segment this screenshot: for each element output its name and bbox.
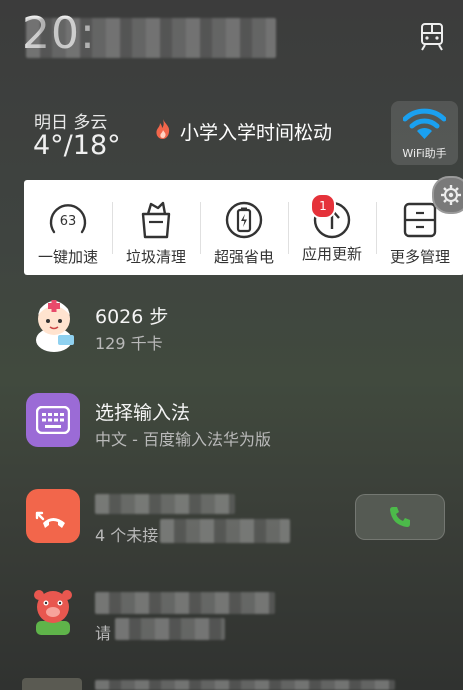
update-count-badge: 1: [310, 193, 336, 219]
speed-value: 63: [60, 214, 77, 229]
tool-speed-up[interactable]: 63 一键加速: [24, 180, 112, 275]
redacted-message-preview: [115, 618, 225, 640]
missed-call-icon: [35, 501, 71, 535]
pig-avatar-icon: [30, 585, 76, 639]
fire-icon: [154, 118, 172, 145]
weather-temp-range: 4°/18°: [33, 130, 121, 161]
ime-title: 选择输入法: [95, 402, 191, 424]
steps-title: 6026 步: [95, 306, 169, 328]
panel-settings-button[interactable]: [432, 176, 463, 214]
steps-subtitle: 129 千卡: [95, 334, 163, 353]
tool-label: 应用更新: [301, 245, 362, 263]
tool-power-save[interactable]: 超强省电: [200, 180, 288, 275]
missed-call-subtitle: 4 个未接: [95, 526, 159, 545]
keyboard-app-icon: [26, 393, 80, 447]
keyboard-icon: [35, 405, 71, 438]
battery-icon: [222, 198, 266, 242]
tool-label: 垃圾清理: [125, 248, 186, 266]
tool-label: 超强省电: [213, 248, 274, 266]
redacted-next-notification: [95, 680, 395, 690]
call-back-button[interactable]: [355, 494, 445, 540]
wifi-helper-button[interactable]: WiFi助手: [391, 101, 458, 165]
partial-avatar: [22, 678, 82, 690]
missed-call-app-icon: [26, 489, 80, 543]
redacted-message-title: [95, 592, 275, 614]
tool-label: 更多管理: [389, 248, 450, 266]
tool-app-update[interactable]: 应用更新: [288, 180, 376, 275]
redacted-missed-detail: [160, 519, 290, 543]
tool-junk-clean[interactable]: 垃圾清理: [112, 180, 200, 275]
train-icon[interactable]: [419, 22, 445, 52]
message-subtitle: 请: [95, 624, 112, 643]
redacted-caller: [95, 494, 235, 514]
hot-news-link[interactable]: 小学入学时间松动: [154, 118, 332, 145]
phone-icon: [388, 505, 412, 533]
tool-label: 一键加速: [37, 248, 98, 266]
wifi-icon: [402, 107, 447, 145]
redacted-status-area: [26, 18, 276, 58]
ime-subtitle: 中文 - 百度输入法华为版: [95, 430, 271, 449]
health-mascot-icon: [28, 295, 80, 355]
quick-tools-panel: 63 一键加速 垃圾清理 超强省电 应用更新 更多管理: [24, 180, 463, 275]
wifi-helper-label: WiFi助手: [402, 147, 447, 160]
gear-icon: [440, 184, 462, 210]
trash-bag-icon: [134, 198, 178, 242]
hot-news-headline: 小学入学时间松动: [180, 122, 333, 144]
gauge-icon: 63: [46, 198, 90, 242]
